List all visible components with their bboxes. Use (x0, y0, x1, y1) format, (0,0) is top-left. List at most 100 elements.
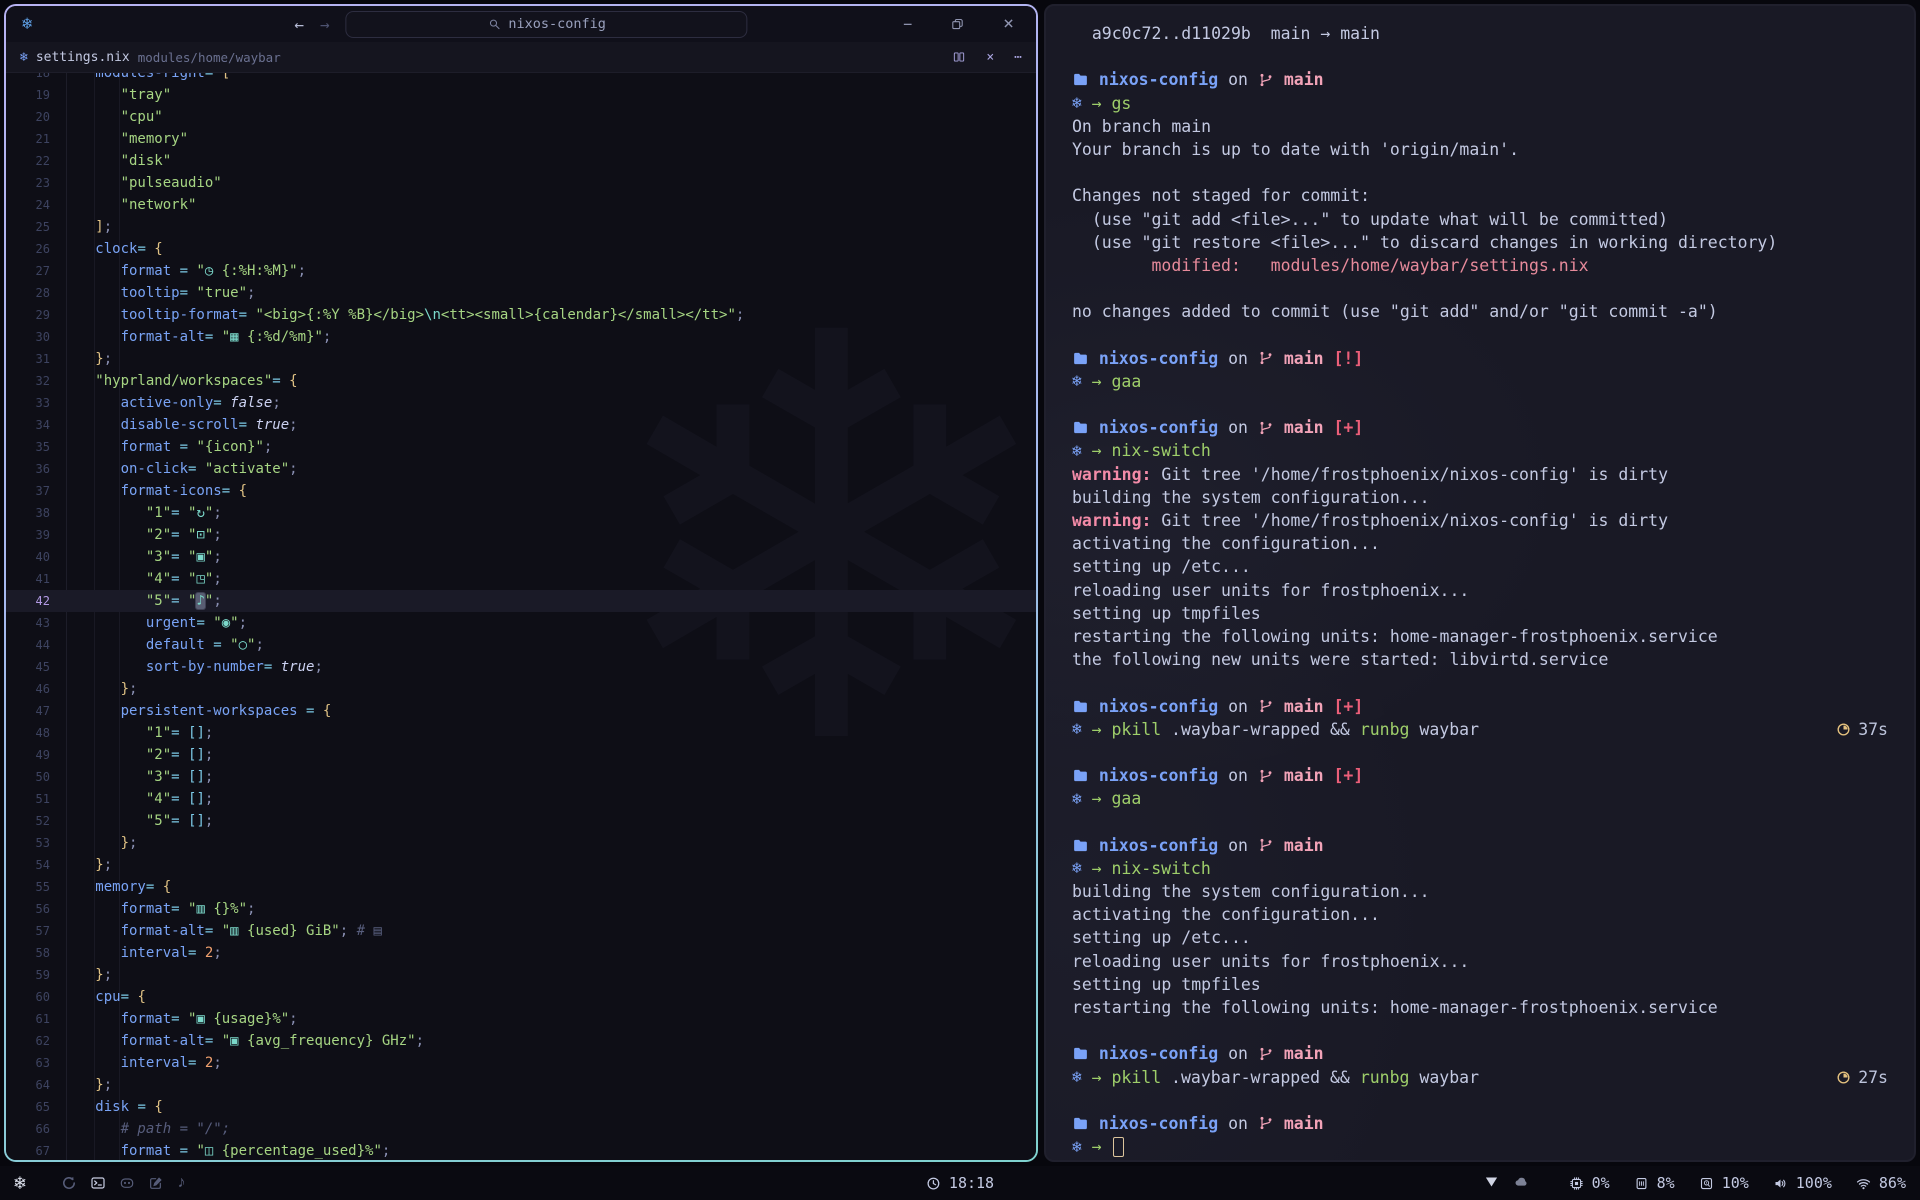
line-number: 46 (6, 678, 50, 700)
code-line-42[interactable]: 42 "5"= "♪"; (6, 590, 1036, 612)
line-number: 51 (6, 788, 50, 810)
nav-back-button[interactable]: ← (294, 15, 304, 34)
editor-window[interactable]: ❄ ← → nixos-config − × ❄ (4, 4, 1038, 1162)
split-icon (952, 50, 966, 64)
terminal-blank-line (1072, 45, 1888, 68)
code-line-67[interactable]: 67 format = "◫ {percentage_used}%"; (6, 1140, 1036, 1160)
code-line-18[interactable]: 18 modules-right= [ (6, 73, 1036, 84)
workspace-edit[interactable] (148, 1175, 164, 1191)
code-line-44[interactable]: 44 default = "○"; (6, 634, 1036, 656)
vol-module[interactable]: 100% (1773, 1174, 1832, 1192)
nav-forward-button[interactable]: → (320, 15, 330, 34)
workspace-terminal[interactable] (90, 1175, 106, 1191)
code-line-63[interactable]: 63 interval= 2; (6, 1052, 1036, 1074)
clock-icon (926, 1176, 941, 1191)
code-line-25[interactable]: 25 ]; (6, 216, 1036, 238)
code-line-61[interactable]: 61 format= "▣ {usage}%"; (6, 1008, 1036, 1030)
editor-content[interactable]: ❄ 18 modules-right= [19 "tray"20 "cpu"21… (6, 73, 1036, 1160)
close-tab-button[interactable]: × (986, 50, 994, 65)
split-pane-button[interactable] (952, 50, 966, 64)
code-line-65[interactable]: 65 disk = { (6, 1096, 1036, 1118)
terminal-blank-line (1072, 1089, 1888, 1112)
code-line-58[interactable]: 58 interval= 2; (6, 942, 1036, 964)
code-line-45[interactable]: 45 sort-by-number= true; (6, 656, 1036, 678)
code-line-19[interactable]: 19 "tray" (6, 84, 1036, 106)
code-line-53[interactable]: 53 }; (6, 832, 1036, 854)
branch-icon (1258, 698, 1274, 714)
restore-icon (950, 17, 965, 32)
nix-menu-button[interactable]: ❄ (14, 1174, 25, 1193)
code-line-37[interactable]: 37 format-icons= { (6, 480, 1036, 502)
tray-triangle-icon[interactable] (1484, 1174, 1499, 1193)
code-line-40[interactable]: 40 "3"= "▣"; (6, 546, 1036, 568)
tray-cloud-icon[interactable] (1514, 1174, 1529, 1193)
more-options-button[interactable]: ⋯ (1014, 50, 1022, 65)
line-number: 41 (6, 568, 50, 590)
code-line-36[interactable]: 36 on-click= "activate"; (6, 458, 1036, 480)
code-line-51[interactable]: 51 "4"= []; (6, 788, 1036, 810)
code-line-23[interactable]: 23 "pulseaudio" (6, 172, 1036, 194)
code-line-48[interactable]: 48 "1"= []; (6, 722, 1036, 744)
code-line-66[interactable]: 66 # path = "/"; (6, 1118, 1036, 1140)
code-line-39[interactable]: 39 "2"= "⊡"; (6, 524, 1036, 546)
workspace-discord[interactable] (119, 1175, 135, 1191)
code-line-46[interactable]: 46 }; (6, 678, 1036, 700)
code-line-35[interactable]: 35 format = "{icon}"; (6, 436, 1036, 458)
code-line-64[interactable]: 64 }; (6, 1074, 1036, 1096)
code-line-57[interactable]: 57 format-alt= "▥ {used} GiB"; # ▤ (6, 920, 1036, 942)
workspace-music[interactable]: ♪ (177, 1175, 185, 1191)
code-line-59[interactable]: 59 }; (6, 964, 1036, 986)
code-line-41[interactable]: 41 "4"= "◳"; (6, 568, 1036, 590)
code-line-28[interactable]: 28 tooltip= "true"; (6, 282, 1036, 304)
terminal-output-line: reloading user units for frostphoenix... (1072, 950, 1888, 973)
wifi-value: 86% (1879, 1174, 1906, 1192)
terminal-blank-line (1072, 741, 1888, 764)
code-line-21[interactable]: 21 "memory" (6, 128, 1036, 150)
wifi-module[interactable]: 86% (1856, 1174, 1906, 1192)
terminal-window[interactable]: a9c0c72..d11029b main → main nixos-confi… (1044, 4, 1916, 1162)
timer-icon (1836, 722, 1851, 737)
workspace-firefox[interactable] (61, 1175, 77, 1191)
terminal-output-line: reloading user units for frostphoenix... (1072, 579, 1888, 602)
code-line-52[interactable]: 52 "5"= []; (6, 810, 1036, 832)
cpu-module[interactable]: 0% (1569, 1174, 1610, 1192)
code-line-49[interactable]: 49 "2"= []; (6, 744, 1036, 766)
code-line-22[interactable]: 22 "disk" (6, 150, 1036, 172)
code-line-33[interactable]: 33 active-only= false; (6, 392, 1036, 414)
code-line-30[interactable]: 30 format-alt= "▦ {:%d/%m}"; (6, 326, 1036, 348)
terminal-output-line: setting up /etc... (1072, 555, 1888, 578)
code-line-20[interactable]: 20 "cpu" (6, 106, 1036, 128)
folder-icon (1072, 350, 1089, 367)
line-number: 25 (6, 216, 50, 238)
folder-icon (1072, 71, 1089, 88)
tab-settings-nix[interactable]: ❄ settings.nix modules/home/waybar (20, 50, 281, 65)
code-line-55[interactable]: 55 memory= { (6, 876, 1036, 898)
code-line-32[interactable]: 32 "hyprland/workspaces"= { (6, 370, 1036, 392)
clock-module[interactable]: 18:18 (926, 1174, 994, 1192)
code-line-47[interactable]: 47 persistent-workspaces = { (6, 700, 1036, 722)
code-line-60[interactable]: 60 cpu= { (6, 986, 1036, 1008)
code-line-24[interactable]: 24 "network" (6, 194, 1036, 216)
code-line-29[interactable]: 29 tooltip-format= "<big>{:%Y %B}</big>\… (6, 304, 1036, 326)
disk-module[interactable]: 10% (1699, 1174, 1749, 1192)
terminal-output-line: activating the configuration... (1072, 532, 1888, 555)
mem-value: 8% (1657, 1174, 1675, 1192)
terminal-command: ❄ → gs (1072, 92, 1888, 115)
code-line-38[interactable]: 38 "1"= "↻"; (6, 502, 1036, 524)
code-line-43[interactable]: 43 urgent= "◉"; (6, 612, 1036, 634)
code-line-34[interactable]: 34 disable-scroll= true; (6, 414, 1036, 436)
close-button[interactable]: × (1003, 15, 1014, 33)
project-search-input[interactable]: nixos-config (346, 11, 748, 38)
code-line-54[interactable]: 54 }; (6, 854, 1036, 876)
mem-module[interactable]: 8% (1634, 1174, 1675, 1192)
code-line-27[interactable]: 27 format = "◷ {:%H:%M}"; (6, 260, 1036, 282)
maximize-button[interactable] (950, 17, 965, 32)
app-logo-icon: ❄ (22, 16, 32, 33)
code-line-50[interactable]: 50 "3"= []; (6, 766, 1036, 788)
code-line-56[interactable]: 56 format= "▥ {}%"; (6, 898, 1036, 920)
minimize-button[interactable]: − (903, 17, 912, 32)
code-line-62[interactable]: 62 format-alt= "▣ {avg_frequency} GHz"; (6, 1030, 1036, 1052)
editor-tabbar: ❄ settings.nix modules/home/waybar × ⋯ (6, 42, 1036, 73)
code-line-26[interactable]: 26 clock= { (6, 238, 1036, 260)
code-line-31[interactable]: 31 }; (6, 348, 1036, 370)
